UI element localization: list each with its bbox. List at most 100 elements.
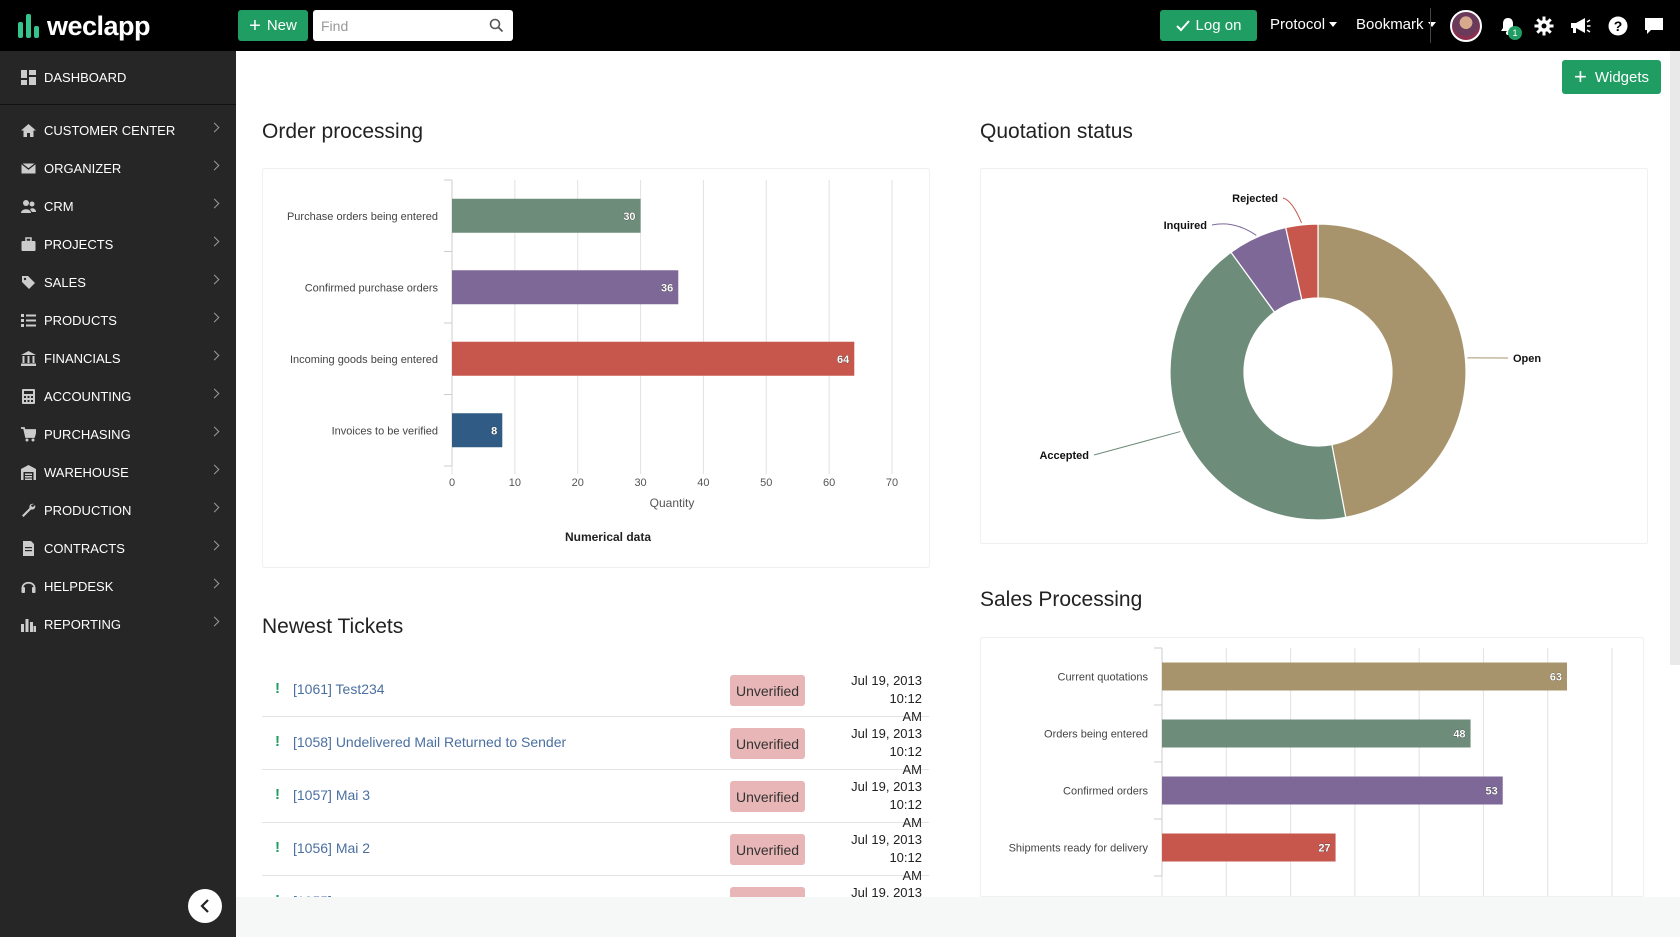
svg-text:?: ? — [1614, 18, 1623, 34]
chevron-right-icon — [209, 122, 220, 133]
warehouse-icon — [20, 464, 36, 480]
sidebar-item-purchasing[interactable]: PURCHASING — [0, 415, 236, 453]
protocol-menu[interactable]: Protocol — [1270, 16, 1338, 33]
search-input[interactable] — [313, 10, 478, 41]
dashboard-icon — [20, 70, 36, 86]
sidebar-item-projects[interactable]: PROJECTS — [0, 225, 236, 263]
sidebar-item-organizer[interactable]: ORGANIZER — [0, 149, 236, 187]
bar[interactable] — [452, 270, 679, 305]
ticket-date-line: Jul 19, 2013 10:12 — [851, 832, 922, 865]
newest-tickets-title: Newest Tickets — [262, 615, 404, 638]
users-icon — [20, 198, 36, 214]
sidebar-item-financials[interactable]: FINANCIALS — [0, 339, 236, 377]
slice-connector — [1093, 431, 1181, 456]
status-badge: Unverified — [730, 781, 805, 812]
chat-button[interactable] — [1642, 14, 1666, 38]
notifications-button[interactable]: 1 — [1496, 14, 1522, 40]
cart-icon — [20, 426, 36, 442]
bar[interactable] — [1162, 833, 1336, 862]
gear-icon — [1534, 16, 1554, 36]
log-on-button[interactable]: Log on — [1160, 10, 1257, 41]
ticket-row: ! [1061] Test234 Unverified Jul 19, 2013 10… — [262, 664, 929, 724]
x-tick-label: 60 — [823, 477, 835, 489]
help-button[interactable]: ? — [1606, 14, 1630, 38]
sidebar-item-warehouse[interactable]: WAREHOUSE — [0, 453, 236, 491]
x-tick-label: 20 — [572, 477, 584, 489]
new-button[interactable]: + New — [238, 10, 308, 41]
search-box — [313, 10, 513, 41]
bar[interactable] — [1162, 776, 1503, 805]
chevron-right-icon — [209, 388, 220, 399]
question-icon: ? — [1608, 16, 1628, 36]
sidebar-item-label: DASHBOARD — [44, 70, 127, 85]
settings-button[interactable] — [1532, 14, 1556, 38]
bar-value-label: 53 — [1485, 786, 1497, 798]
ticket-link[interactable]: [1057] Mai 3 — [293, 787, 370, 803]
bar[interactable] — [1162, 662, 1567, 691]
slice-connector — [1211, 223, 1257, 236]
sidebar-item-dashboard[interactable]: DASHBOARD — [0, 51, 236, 105]
ticket-link[interactable]: [1058] Undelivered Mail Returned to Send… — [293, 734, 566, 750]
bookmark-menu[interactable]: Bookmark — [1356, 16, 1436, 33]
priority-icon: ! — [275, 786, 280, 803]
status-badge: Unverified — [730, 728, 805, 759]
ticket-date-line: Jul 19, 2013 10:12 — [851, 779, 922, 812]
tag-icon — [20, 274, 36, 290]
bar[interactable] — [452, 341, 855, 376]
list-icon — [20, 312, 36, 328]
plus-icon: + — [249, 14, 261, 37]
megaphone-icon — [1571, 18, 1591, 33]
sales-processing-chart: Current quotations 63 Orders being entered… — [1009, 647, 1613, 896]
user-avatar[interactable] — [1450, 10, 1482, 42]
search-icon[interactable] — [489, 18, 504, 38]
caret-down-icon — [1329, 22, 1338, 27]
chevron-right-icon — [209, 198, 220, 209]
ticket-date-line: Jul 19, 2013 10:12 — [851, 885, 922, 897]
chevron-right-icon — [209, 578, 220, 589]
sidebar-item-crm[interactable]: CRM — [0, 187, 236, 225]
chevron-left-icon — [200, 899, 209, 913]
slice-label: Open — [1513, 353, 1541, 365]
status-badge: Unverified — [730, 887, 805, 897]
announcements-button[interactable] — [1568, 14, 1592, 38]
sidebar-item-helpdesk[interactable]: HELPDESK — [0, 567, 236, 605]
category-label: Confirmed purchase orders — [305, 282, 439, 294]
sidebar-item-accounting[interactable]: ACCOUNTING — [0, 377, 236, 415]
newest-tickets-list: ! [1061] Test234 Unverified Jul 19, 2013 10… — [262, 664, 929, 897]
calculator-icon — [20, 388, 36, 404]
ticket-link[interactable]: [1056] Mai 2 — [293, 840, 370, 856]
sidebar-item-customer-center[interactable]: CUSTOMER CENTER — [0, 111, 236, 149]
bar-chart-icon — [20, 616, 36, 632]
ticket-date-line: Jul 19, 2013 10:12 — [851, 673, 922, 706]
x-tick-label: 10 — [509, 477, 521, 489]
sidebar-item-contracts[interactable]: CONTRACTS — [0, 529, 236, 567]
add-widgets-button[interactable]: + Widgets — [1562, 60, 1661, 94]
chevron-right-icon — [209, 502, 220, 513]
sidebar-item-label: PRODUCTS — [44, 312, 117, 328]
sidebar-item-production[interactable]: PRODUCTION — [0, 491, 236, 529]
chevron-right-icon — [209, 426, 220, 437]
sidebar-item-products[interactable]: PRODUCTS — [0, 301, 236, 339]
sidebar-item-label: CONTRACTS — [44, 540, 125, 556]
ticket-row: ![1055]UnverifiedJul 19, 2013 10:12AM — [262, 876, 929, 897]
weclapp-logo[interactable]: weclapp — [18, 11, 151, 41]
ticket-row: ! [1057] Mai 3 Unverified Jul 19, 2013 10:1… — [262, 770, 929, 830]
page-scrollbar[interactable] — [1670, 51, 1680, 665]
bar-value-label: 64 — [837, 354, 850, 366]
sidebar-item-sales[interactable]: SALES — [0, 263, 236, 301]
category-label: Confirmed orders — [1063, 786, 1148, 798]
collapse-sidebar-button[interactable] — [188, 889, 222, 923]
sales-processing-panel: Current quotations 63 Orders being entered… — [980, 637, 1644, 897]
envelope-icon — [20, 160, 36, 176]
ticket-link[interactable]: [1061] Test234 — [293, 681, 385, 697]
x-tick-label: 50 — [760, 477, 772, 489]
sidebar-item-reporting[interactable]: REPORTING — [0, 605, 236, 643]
chart-footer-label: Numerical data — [565, 530, 651, 544]
chevron-right-icon — [209, 236, 220, 247]
bookmark-label: Bookmark — [1356, 16, 1424, 33]
pie-slice[interactable] — [1317, 223, 1467, 519]
widgets-label: Widgets — [1594, 68, 1650, 86]
home-icon — [20, 122, 36, 138]
bar[interactable] — [452, 198, 641, 233]
bar[interactable] — [1162, 719, 1471, 748]
